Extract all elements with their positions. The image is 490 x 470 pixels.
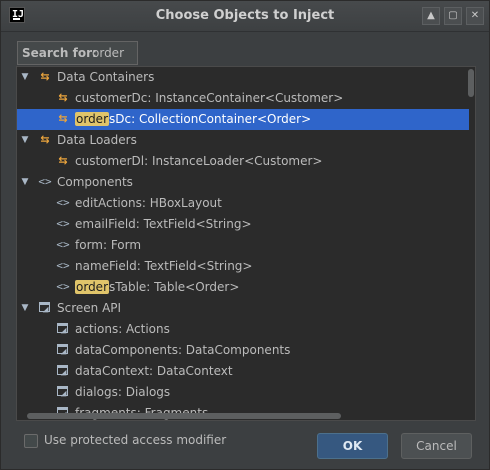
- tree-group-label: Components: [57, 175, 133, 189]
- screen-api-icon: [55, 384, 71, 400]
- maximize-icon[interactable]: ▢: [444, 7, 462, 25]
- tree-group-screen-api[interactable]: ▼ Screen API: [17, 298, 469, 319]
- component-icon: <>: [56, 280, 70, 293]
- protected-modifier-checkbox[interactable]: [24, 434, 38, 448]
- tree-item[interactable]: <> emailField: TextField<String>: [17, 214, 469, 235]
- screen-api-icon: [55, 342, 71, 358]
- data-loader-icon: ⇆: [58, 154, 68, 167]
- component-icon: <>: [56, 217, 70, 230]
- dialog-title: Choose Objects to Inject: [155, 8, 335, 23]
- horizontal-scrollbar[interactable]: [27, 413, 341, 419]
- expand-arrow-icon[interactable]: ▼: [19, 298, 31, 319]
- screen-api-icon: [55, 363, 71, 379]
- tree-group-data-containers[interactable]: ▼ ⇆ Data Containers: [17, 67, 469, 88]
- object-tree[interactable]: ▼ ⇆ Data Containers ⇆ customerDc: Instan…: [16, 66, 476, 421]
- tree-item[interactable]: <> nameField: TextField<String>: [17, 256, 469, 277]
- tree-item[interactable]: dataComponents: DataComponents: [17, 340, 469, 361]
- tree-item-label: emailField: TextField<String>: [75, 217, 252, 231]
- tree-item-label: editActions: HBoxLayout: [75, 196, 222, 210]
- tree-item-label: nameField: TextField<String>: [75, 259, 253, 273]
- tree-item-label-rest: sTable: Table<Order>: [109, 280, 240, 294]
- cancel-button[interactable]: Cancel: [401, 433, 472, 459]
- chevron-up-icon[interactable]: ▲: [422, 7, 440, 25]
- component-icon: <>: [38, 175, 52, 188]
- protected-modifier-label[interactable]: Use protected access modifier: [44, 433, 226, 447]
- tree-item[interactable]: dataContext: DataContext: [17, 361, 469, 382]
- screen-api-icon: [37, 300, 53, 316]
- title-bar[interactable]: IJ Choose Objects to Inject ▲ ▢ ✕: [1, 1, 489, 32]
- search-label: Search for:: [22, 46, 97, 60]
- component-icon: <>: [56, 196, 70, 209]
- search-match-highlight: order: [75, 112, 109, 126]
- tree-item-label: customerDl: InstanceLoader<Customer>: [75, 154, 323, 168]
- tree-item-label: ordersDc: CollectionContainer<Order>: [75, 109, 311, 130]
- tree-item-label: dataComponents: DataComponents: [75, 343, 291, 357]
- search-query[interactable]: order: [92, 46, 124, 60]
- component-icon: <>: [56, 238, 70, 251]
- tree-item-label: dataContext: DataContext: [75, 364, 233, 378]
- tree-item-label: form: Form: [75, 238, 142, 252]
- tree-item[interactable]: <> ordersTable: Table<Order>: [17, 277, 469, 298]
- tree-item-label: customerDc: InstanceContainer<Customer>: [75, 91, 344, 105]
- tree-group-components[interactable]: ▼ <> Components: [17, 172, 469, 193]
- tree-item-label: dialogs: Dialogs: [75, 385, 171, 399]
- search-field[interactable]: Search for: order: [17, 41, 138, 65]
- tree-item[interactable]: <> form: Form: [17, 235, 469, 256]
- tree-item[interactable]: actions: Actions: [17, 319, 469, 340]
- tree-item[interactable]: dialogs: Dialogs: [17, 382, 469, 403]
- tree-group-label: Data Containers: [57, 70, 155, 84]
- close-icon[interactable]: ✕: [466, 7, 484, 25]
- data-loader-icon: ⇆: [40, 133, 50, 146]
- tree-item-label-rest: sDc: CollectionContainer<Order>: [109, 112, 312, 126]
- vertical-scrollbar[interactable]: [468, 69, 474, 97]
- tree-item[interactable]: ⇆ customerDl: InstanceLoader<Customer>: [17, 151, 469, 172]
- tree-item[interactable]: ⇆ customerDc: InstanceContainer<Customer…: [17, 88, 469, 109]
- tree-group-label: Data Loaders: [57, 133, 137, 147]
- expand-arrow-icon[interactable]: ▼: [19, 67, 31, 88]
- search-match-highlight: order: [75, 280, 109, 294]
- tree-item[interactable]: <> editActions: HBoxLayout: [17, 193, 469, 214]
- data-container-icon: ⇆: [58, 112, 68, 125]
- tree-group-data-loaders[interactable]: ▼ ⇆ Data Loaders: [17, 130, 469, 151]
- expand-arrow-icon[interactable]: ▼: [19, 130, 31, 151]
- tree-item-label: actions: Actions: [75, 322, 170, 336]
- expand-arrow-icon[interactable]: ▼: [19, 172, 31, 193]
- dialog-window: IJ Choose Objects to Inject ▲ ▢ ✕ Search…: [0, 0, 490, 470]
- tree-item-selected[interactable]: ⇆ ordersDc: CollectionContainer<Order>: [17, 109, 469, 130]
- screen-api-icon: [55, 321, 71, 337]
- component-icon: <>: [56, 259, 70, 272]
- tree-item-label: ordersTable: Table<Order>: [75, 277, 239, 298]
- ok-button[interactable]: OK: [317, 433, 388, 459]
- data-container-icon: ⇆: [40, 70, 50, 83]
- data-container-icon: ⇆: [58, 91, 68, 104]
- tree-group-label: Screen API: [57, 301, 122, 315]
